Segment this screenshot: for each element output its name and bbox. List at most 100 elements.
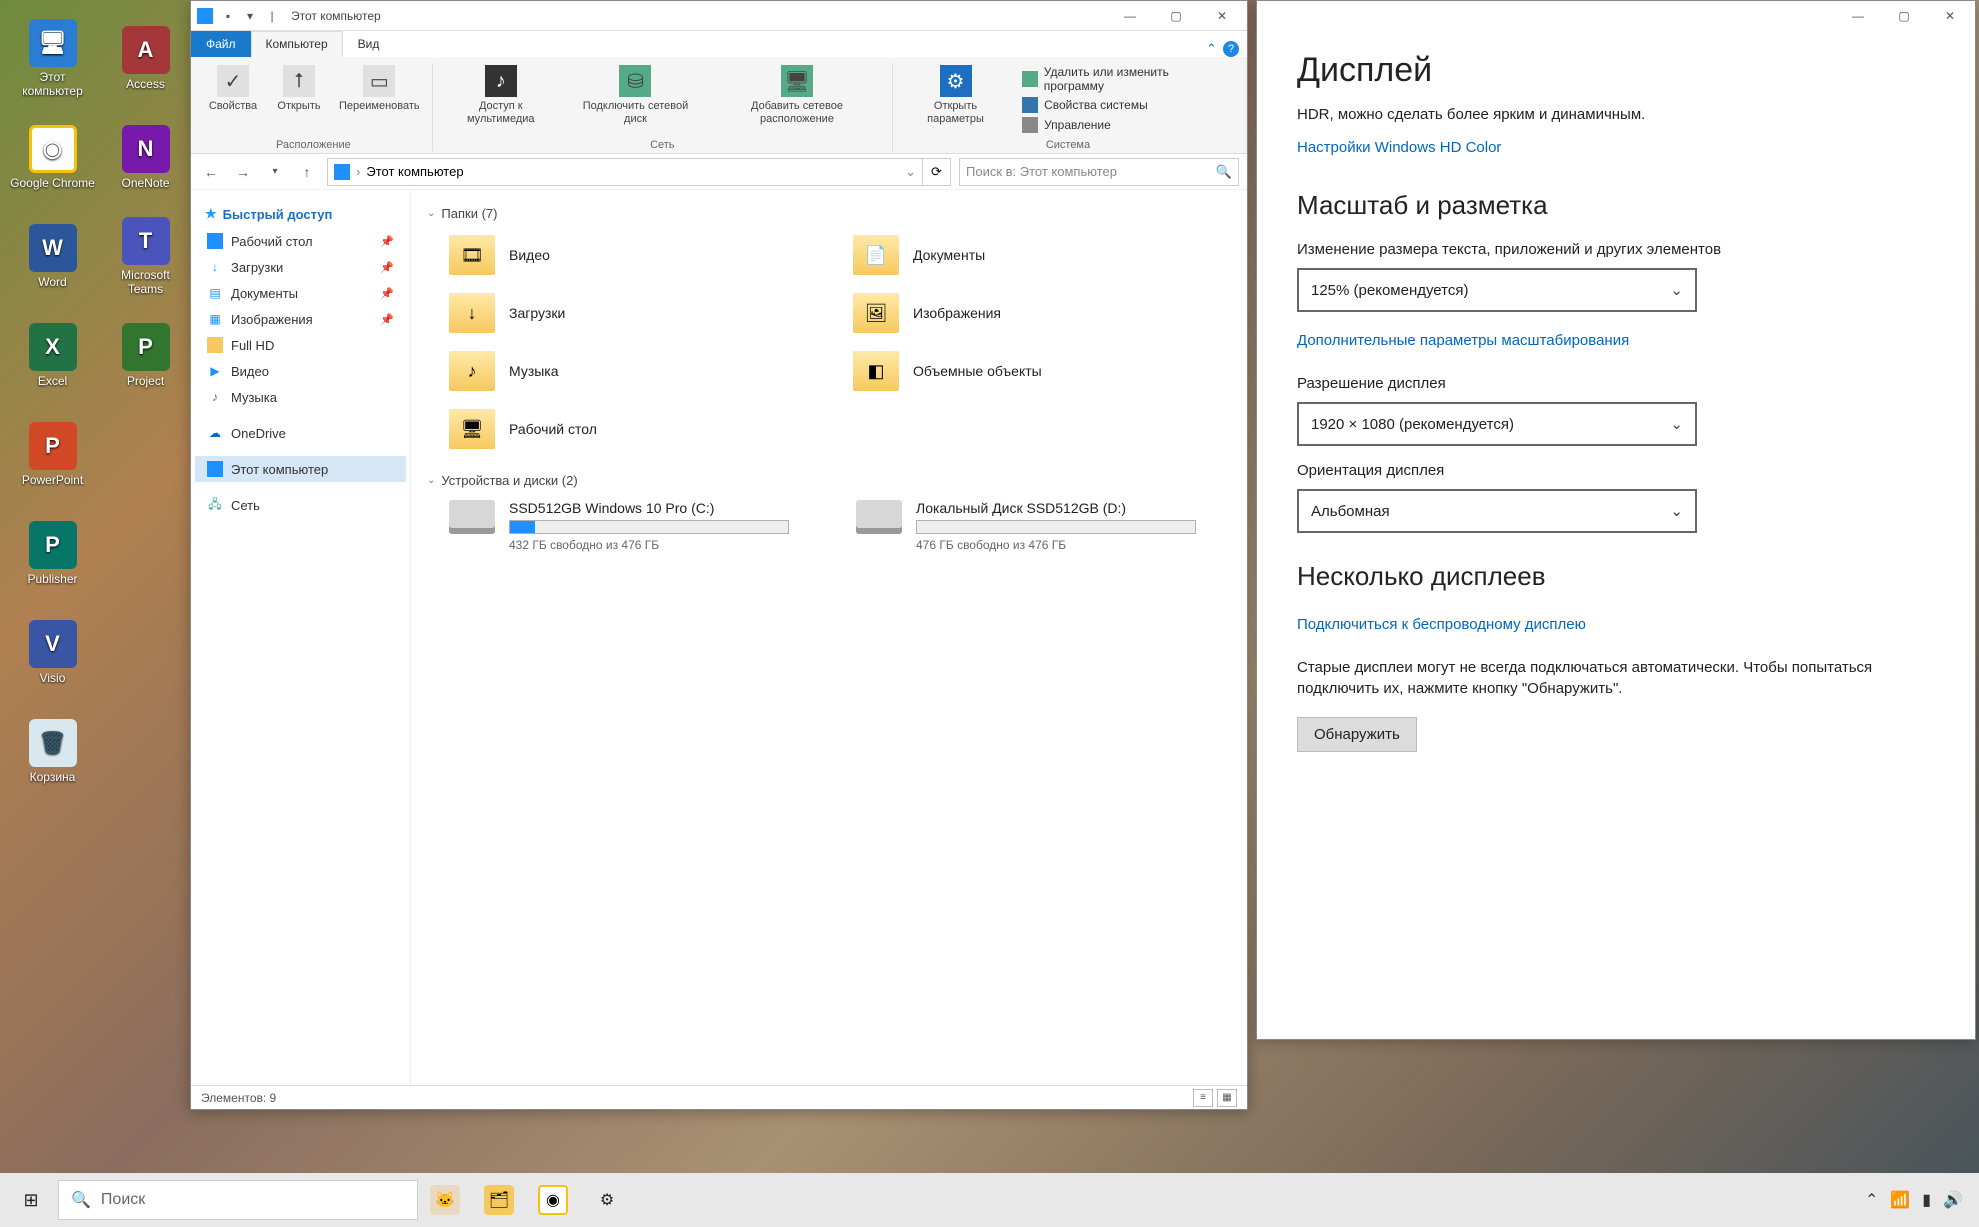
- taskbar-chrome[interactable]: ◉: [526, 1173, 580, 1227]
- address-bar[interactable]: › Этот компьютер ⌄: [327, 158, 923, 186]
- help-icon[interactable]: ?: [1223, 41, 1239, 57]
- folder-3d[interactable]: ◧Объемные объекты: [849, 343, 1233, 399]
- desktop-icon-word[interactable]: WWord: [10, 214, 95, 299]
- nav-downloads[interactable]: ↓Загрузки📌: [195, 254, 406, 280]
- search-input[interactable]: Поиск в: Этот компьютер 🔍: [959, 158, 1239, 186]
- details-view-button[interactable]: ≡: [1193, 1089, 1213, 1107]
- orientation-dropdown[interactable]: Альбомная⌄: [1297, 489, 1697, 533]
- nav-music[interactable]: ♪Музыка: [195, 384, 406, 410]
- desktop-icon-teams[interactable]: TMicrosoft Teams: [103, 214, 188, 299]
- tab-view[interactable]: Вид: [343, 31, 395, 57]
- properties-button[interactable]: ✓Свойства: [203, 63, 263, 115]
- desktop-icon-project[interactable]: PProject: [103, 313, 188, 398]
- tab-file[interactable]: Файл: [191, 31, 251, 57]
- documents-icon: ▤: [207, 285, 223, 301]
- refresh-button[interactable]: ⟳: [923, 158, 951, 186]
- nav-pictures[interactable]: ▦Изображения📌: [195, 306, 406, 332]
- add-net-loc-button[interactable]: 🖥Добавить сетевое расположение: [710, 63, 884, 127]
- drive-d[interactable]: Локальный Диск SSD512GB (D:) 476 ГБ своб…: [852, 494, 1233, 558]
- close-button[interactable]: ✕: [1927, 1, 1973, 31]
- qat-button[interactable]: ▪: [220, 8, 236, 24]
- orientation-label: Ориентация дисплея: [1297, 460, 1935, 481]
- hdr-description: HDR, можно сделать более ярким и динамич…: [1297, 104, 1935, 125]
- nav-documents[interactable]: ▤Документы📌: [195, 280, 406, 306]
- nav-onedrive[interactable]: ☁OneDrive: [195, 420, 406, 446]
- desktop-icon-recycle[interactable]: 🗑Корзина: [10, 709, 95, 794]
- nav-videos[interactable]: ▶Видео: [195, 358, 406, 384]
- folder-desktop[interactable]: 🖥Рабочий стол: [445, 401, 829, 457]
- nav-fullhd[interactable]: Full HD: [195, 332, 406, 358]
- chevron-down-icon: ⌄: [427, 208, 435, 219]
- desktop-icon-publisher[interactable]: PPublisher: [10, 511, 95, 596]
- taskbar-explorer[interactable]: 🗂: [472, 1173, 526, 1227]
- nav-network[interactable]: 🖧Сеть: [195, 492, 406, 518]
- desktop-icon-chrome[interactable]: ◉Google Chrome: [10, 115, 95, 200]
- volume-icon[interactable]: 🔊: [1943, 1190, 1963, 1210]
- minimize-button[interactable]: —: [1835, 1, 1881, 31]
- advanced-scaling-link[interactable]: Дополнительные параметры масштабирования: [1297, 332, 1629, 349]
- maximize-button[interactable]: ▢: [1881, 1, 1927, 31]
- address-bar-row: ← → ▾ ↑ › Этот компьютер ⌄ ⟳ Поиск в: Эт…: [191, 154, 1247, 190]
- desktop-icon-access[interactable]: AAccess: [103, 16, 188, 101]
- map-drive-button[interactable]: ⛁Подключить сетевой диск: [567, 63, 704, 127]
- folder-downloads[interactable]: ↓Загрузки: [445, 285, 829, 341]
- media-access-button[interactable]: ♪Доступ к мультимедиа: [441, 63, 561, 127]
- system-properties-link[interactable]: Свойства системы: [1022, 97, 1229, 113]
- drive-icon: [449, 500, 495, 534]
- folder-documents[interactable]: 📄Документы: [849, 227, 1233, 283]
- taskbar-cortana[interactable]: 🐱: [418, 1173, 472, 1227]
- chevron-down-icon[interactable]: ⌄: [905, 164, 916, 180]
- icons-view-button[interactable]: ▦: [1217, 1089, 1237, 1107]
- drive-c[interactable]: SSD512GB Windows 10 Pro (C:) 432 ГБ своб…: [445, 494, 826, 558]
- desktop-icon-visio[interactable]: VVisio: [10, 610, 95, 695]
- rename-button[interactable]: ▭Переименовать: [335, 63, 424, 115]
- detect-button[interactable]: Обнаружить: [1297, 717, 1417, 752]
- tray-chevron-icon[interactable]: ⌃: [1865, 1190, 1878, 1210]
- minimize-button[interactable]: —: [1107, 1, 1153, 31]
- close-button[interactable]: ✕: [1199, 1, 1245, 31]
- folder-music[interactable]: ♪Музыка: [445, 343, 829, 399]
- recent-button[interactable]: ▾: [263, 160, 287, 184]
- nav-this-pc[interactable]: Этот компьютер: [195, 456, 406, 482]
- open-settings-button[interactable]: ⚙Открыть параметры: [901, 63, 1010, 135]
- drives-group-header[interactable]: ⌄Устройства и диски (2): [425, 467, 1233, 494]
- desktop-icon-excel[interactable]: XExcel: [10, 313, 95, 398]
- group-label: Система: [1046, 135, 1090, 151]
- explorer-titlebar[interactable]: ▪ ▾ | Этот компьютер — ▢ ✕: [191, 1, 1247, 31]
- folder-videos[interactable]: 🎞Видео: [445, 227, 829, 283]
- taskbar-search[interactable]: 🔍Поиск: [58, 1180, 418, 1220]
- uninstall-program-link[interactable]: Удалить или изменить программу: [1022, 65, 1229, 93]
- quick-access-header[interactable]: ★Быстрый доступ: [195, 200, 406, 228]
- wifi-icon[interactable]: 📶: [1890, 1190, 1910, 1210]
- folder-pictures[interactable]: 🖼Изображения: [849, 285, 1233, 341]
- hdr-settings-link[interactable]: Настройки Windows HD Color: [1297, 139, 1501, 156]
- manage-link[interactable]: Управление: [1022, 117, 1229, 133]
- folder-icon: 🖥: [449, 409, 495, 449]
- drive-icon: ⛁: [619, 65, 651, 97]
- resolution-dropdown[interactable]: 1920 × 1080 (рекомендуется)⌄: [1297, 402, 1697, 446]
- breadcrumb[interactable]: Этот компьютер: [366, 164, 463, 179]
- up-button[interactable]: ↑: [295, 160, 319, 184]
- tab-computer[interactable]: Компьютер: [251, 31, 343, 57]
- desktop-icon-this-pc[interactable]: 🖥Этот компьютер: [10, 16, 95, 101]
- battery-icon[interactable]: ▮: [1922, 1190, 1931, 1210]
- desktop-icon-label: Microsoft Teams: [103, 269, 188, 295]
- desktop-icon-powerpoint[interactable]: PPowerPoint: [10, 412, 95, 497]
- qat-dropdown[interactable]: ▾: [242, 8, 258, 24]
- desktop-icon-onenote[interactable]: NOneNote: [103, 115, 188, 200]
- start-button[interactable]: ⊞: [4, 1173, 58, 1227]
- scale-dropdown[interactable]: 125% (рекомендуется)⌄: [1297, 268, 1697, 312]
- nav-desktop[interactable]: Рабочий стол📌: [195, 228, 406, 254]
- settings-titlebar[interactable]: — ▢ ✕: [1257, 1, 1975, 31]
- open-button[interactable]: ⭡Открыть: [269, 63, 329, 115]
- sysprop-icon: [1022, 97, 1038, 113]
- collapse-ribbon-icon[interactable]: ⌃: [1206, 41, 1217, 57]
- scale-heading: Масштаб и разметка: [1297, 190, 1935, 221]
- taskbar-settings[interactable]: ⚙: [580, 1173, 634, 1227]
- folders-group-header[interactable]: ⌄Папки (7): [425, 200, 1233, 227]
- qat-sep: |: [264, 8, 280, 24]
- back-button[interactable]: ←: [199, 160, 223, 184]
- wireless-display-link[interactable]: Подключиться к беспроводному дисплею: [1297, 616, 1586, 633]
- forward-button[interactable]: →: [231, 160, 255, 184]
- maximize-button[interactable]: ▢: [1153, 1, 1199, 31]
